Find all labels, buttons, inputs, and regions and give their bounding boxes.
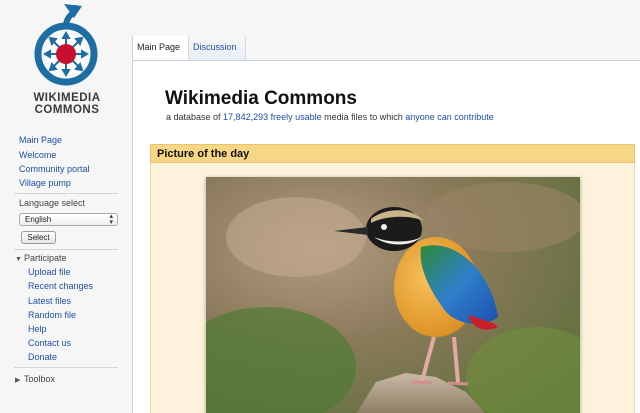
- participate-upload-file[interactable]: Upload file: [28, 267, 71, 277]
- participate-section-toggle[interactable]: ▼ Participate: [15, 253, 67, 263]
- picture-of-the-day-box: [150, 163, 635, 413]
- language-dropdown[interactable]: English ▴ ▾: [19, 213, 118, 226]
- triangle-down-icon: ▼: [15, 256, 22, 263]
- page-title: Wikimedia Commons: [165, 88, 357, 109]
- nav-village-pump[interactable]: Village pump: [19, 178, 71, 188]
- wikimedia-commons-logo-icon: [34, 4, 98, 86]
- participate-heading: Participate: [24, 253, 67, 263]
- language-select-heading: Language select: [19, 198, 86, 208]
- tab-main-page[interactable]: Main Page: [132, 36, 188, 60]
- sidebar: WIKIMEDIA COMMONS Main Page Welcome Comm…: [0, 0, 132, 413]
- nav-main-page[interactable]: Main Page: [19, 135, 62, 145]
- sidebar-divider: [14, 193, 118, 194]
- tab-discussion[interactable]: Discussion: [188, 36, 246, 60]
- page-tabs: Main Page Discussion: [132, 36, 640, 60]
- main-content: Wikimedia Commons a database of 17,842,2…: [132, 60, 640, 413]
- usable-link[interactable]: usable: [295, 112, 322, 122]
- participate-help[interactable]: Help: [28, 324, 47, 334]
- participate-latest-files[interactable]: Latest files: [28, 296, 71, 306]
- participate-contact-us[interactable]: Contact us: [28, 338, 71, 348]
- freely-link[interactable]: freely: [271, 112, 293, 122]
- picture-of-the-day-heading: Picture of the day: [150, 144, 635, 163]
- participate-random-file[interactable]: Random file: [28, 310, 76, 320]
- tagline: a database of 17,842,293 freely usable m…: [166, 112, 494, 122]
- toolbox-heading: Toolbox: [24, 374, 56, 384]
- anyone-can-contribute-link[interactable]: anyone can contribute: [405, 112, 494, 122]
- language-dropdown-value: English: [25, 215, 52, 224]
- triangle-right-icon: ▶: [15, 377, 21, 384]
- nav-community-portal[interactable]: Community portal: [19, 164, 90, 174]
- dropdown-arrows-icon: ▴ ▾: [109, 213, 113, 226]
- participate-donate[interactable]: Donate: [28, 352, 57, 362]
- participate-recent-changes[interactable]: Recent changes: [28, 281, 93, 291]
- nav-welcome[interactable]: Welcome: [19, 150, 56, 160]
- tagline-prefix: a database of: [166, 112, 224, 122]
- picture-of-the-day-image[interactable]: [206, 177, 580, 413]
- pitta-bird-photo-icon: [206, 177, 580, 413]
- tagline-middle: media files to which: [321, 112, 406, 122]
- sidebar-divider: [14, 249, 118, 250]
- logo-wordmark-line2: COMMONS: [34, 104, 100, 116]
- toolbox-section-toggle[interactable]: ▶ Toolbox: [15, 374, 55, 384]
- sidebar-divider: [14, 367, 118, 368]
- file-count-link[interactable]: 17,842,293: [223, 112, 268, 122]
- site-logo[interactable]: WIKIMEDIA COMMONS: [22, 2, 112, 118]
- logo-wordmark-line1: WIKIMEDIA: [33, 92, 101, 104]
- language-select-button[interactable]: Select: [21, 231, 56, 244]
